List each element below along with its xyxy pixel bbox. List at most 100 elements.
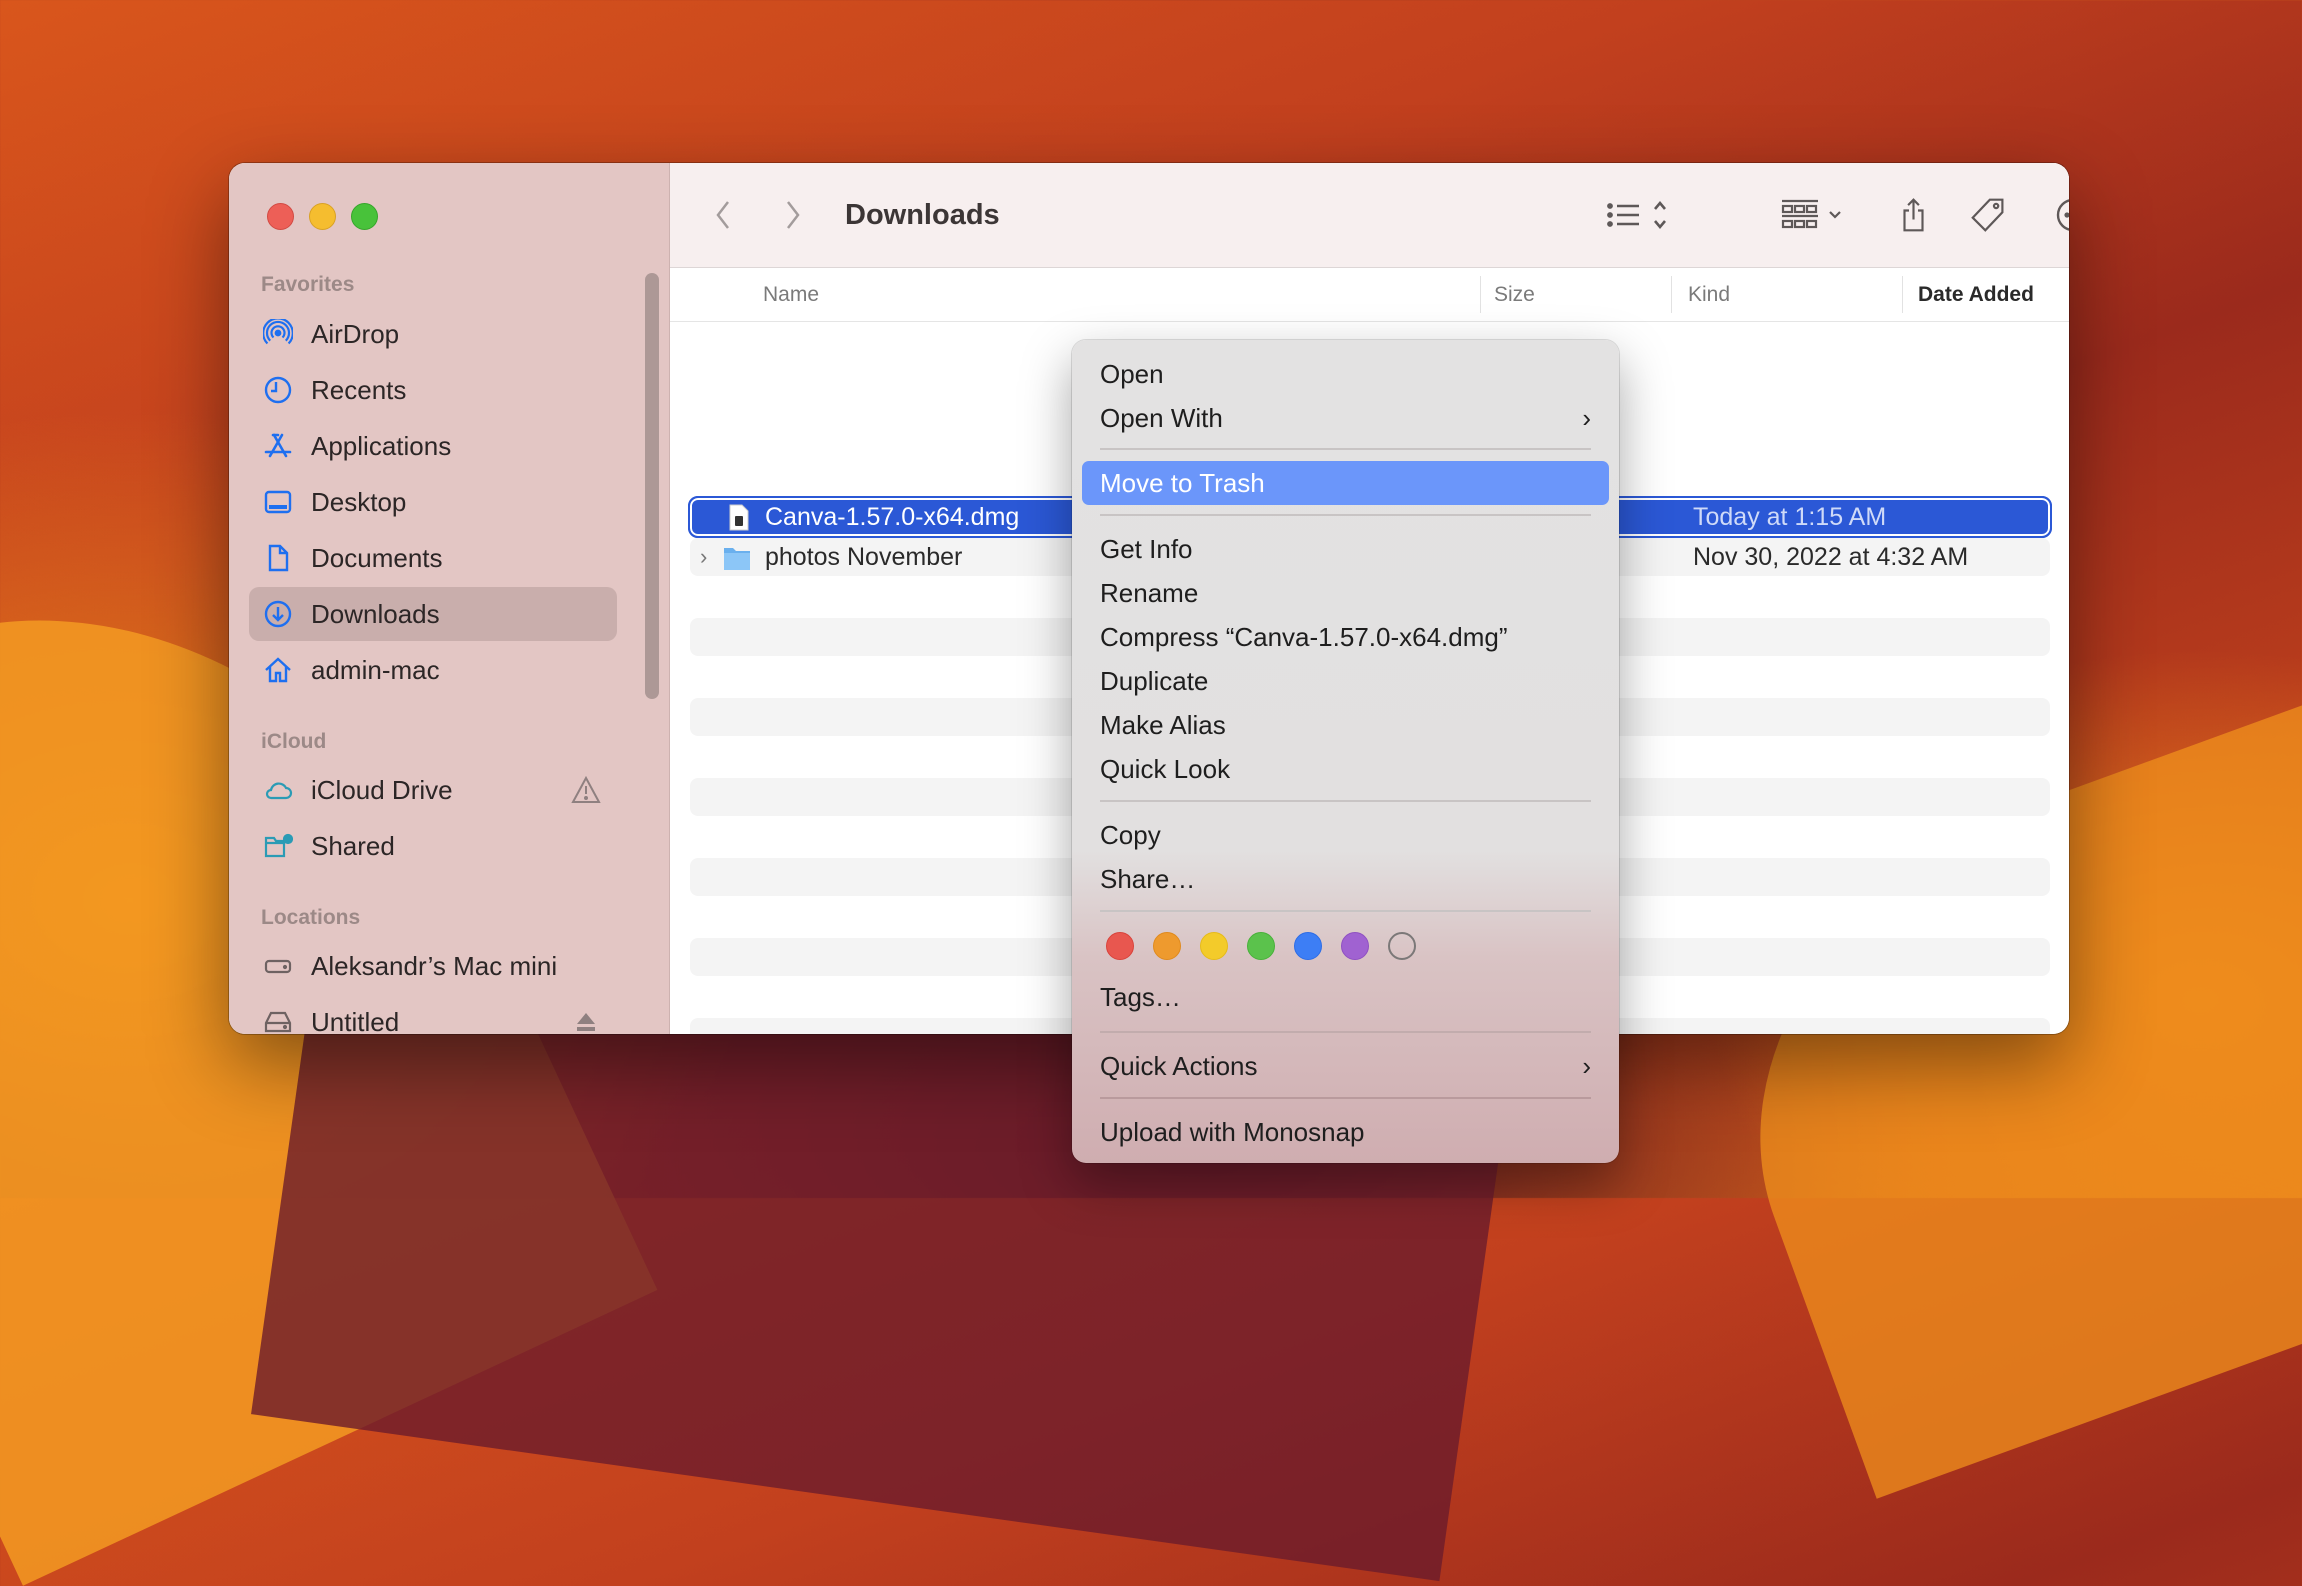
column-divider[interactable]: [1671, 276, 1672, 313]
menu-separator: [1100, 514, 1591, 516]
warning-icon[interactable]: [571, 775, 601, 805]
column-name[interactable]: Name: [763, 268, 819, 321]
menu-item-share[interactable]: Share…: [1082, 857, 1609, 901]
dmg-file-icon: [729, 504, 749, 531]
sidebar-section-locations: Locations: [261, 906, 361, 929]
menu-item-open-with[interactable]: Open With ›: [1082, 396, 1609, 440]
menu-item-label: Quick Actions: [1100, 1051, 1258, 1081]
menu-item-rename[interactable]: Rename: [1082, 571, 1609, 615]
menu-item-quick-look[interactable]: Quick Look: [1082, 747, 1609, 791]
document-icon: [261, 541, 295, 575]
sidebar-item-label: Downloads: [311, 598, 440, 629]
sidebar-item-applications[interactable]: Applications: [249, 419, 617, 473]
tag-none[interactable]: [1388, 932, 1416, 960]
file-name: photos November: [765, 543, 963, 571]
sidebar-section-icloud: iCloud: [261, 730, 327, 753]
menu-item-copy[interactable]: Copy: [1082, 813, 1609, 857]
submenu-chevron-icon: ›: [1582, 403, 1591, 433]
zoom-button[interactable]: [351, 203, 378, 230]
download-icon: [261, 597, 295, 631]
view-mode-button[interactable]: [1600, 193, 1680, 237]
sidebar-item-label: Aleksandr’s Mac mini: [311, 950, 558, 981]
sidebar-item-recents[interactable]: Recents: [249, 363, 617, 417]
tag-red[interactable]: [1106, 932, 1134, 960]
close-button[interactable]: [267, 203, 294, 230]
cloud-icon: [261, 773, 295, 807]
window-title: Downloads: [845, 199, 1000, 231]
sidebar-item-label: admin-mac: [311, 654, 440, 685]
submenu-chevron-icon: ›: [1582, 1051, 1591, 1081]
airdrop-icon: [261, 317, 295, 351]
menu-item-quick-actions[interactable]: Quick Actions ›: [1082, 1044, 1609, 1088]
sidebar-item-shared[interactable]: Shared: [249, 819, 617, 873]
group-button[interactable]: [1775, 193, 1855, 237]
menu-item-make-alias[interactable]: Make Alias: [1082, 703, 1609, 747]
window-controls: [267, 203, 378, 230]
column-date-added[interactable]: Date Added: [1918, 268, 2034, 321]
column-header: Name Size Kind Date Added ⌄: [670, 268, 2069, 322]
menu-item-duplicate[interactable]: Duplicate: [1082, 659, 1609, 703]
list-view-icon: [1607, 200, 1666, 230]
file-name: Canva-1.57.0-x64.dmg: [765, 503, 1020, 531]
share-icon: [1902, 198, 1924, 232]
sidebar-item-label: Applications: [311, 430, 452, 461]
menu-item-upload-monosnap[interactable]: Upload with Monosnap: [1082, 1110, 1609, 1154]
sidebar-item-label: Untitled: [311, 1006, 400, 1035]
more-icon: [2056, 199, 2069, 231]
menu-separator: [1100, 800, 1591, 802]
eject-icon[interactable]: [571, 1007, 601, 1034]
more-actions-button[interactable]: [2050, 193, 2069, 237]
sidebar-item-airdrop[interactable]: AirDrop: [249, 307, 617, 361]
column-divider[interactable]: [1480, 276, 1481, 313]
sidebar-item-downloads[interactable]: Downloads: [249, 587, 617, 641]
home-icon: [261, 653, 295, 687]
sidebar-item-documents[interactable]: Documents: [249, 531, 617, 585]
context-menu: Open Open With › Move to Trash Get Info …: [1072, 340, 1619, 1163]
menu-item-move-to-trash[interactable]: Move to Trash: [1082, 461, 1609, 505]
tag-yellow[interactable]: [1200, 932, 1228, 960]
applications-icon: [261, 429, 295, 463]
minimize-button[interactable]: [309, 203, 336, 230]
menu-item-open[interactable]: Open: [1082, 352, 1609, 396]
menu-item-get-info[interactable]: Get Info: [1082, 527, 1609, 571]
tag-color-picker: [1106, 932, 1416, 960]
drive-icon: [261, 1005, 295, 1034]
sidebar-item-admin-mac[interactable]: admin-mac: [249, 643, 617, 697]
sidebar-item-label: Documents: [311, 542, 443, 573]
menu-item-compress[interactable]: Compress “Canva-1.57.0-x64.dmg”: [1082, 615, 1609, 659]
forward-button[interactable]: [778, 193, 808, 237]
sidebar-item-icloud-drive[interactable]: iCloud Drive: [249, 763, 617, 817]
sidebar-scrollbar[interactable]: [645, 273, 659, 699]
menu-separator: [1100, 1097, 1591, 1099]
menu-separator: [1100, 448, 1591, 450]
sidebar-item-label: Shared: [311, 830, 395, 861]
toolbar: Downloads: [670, 163, 2069, 268]
sidebar-item-label: Desktop: [311, 486, 407, 517]
sidebar-item-label: iCloud Drive: [311, 774, 453, 805]
tag-orange[interactable]: [1153, 932, 1181, 960]
clock-icon: [261, 373, 295, 407]
folder-icon: [724, 548, 750, 570]
tag-button[interactable]: [1965, 193, 2011, 237]
column-divider[interactable]: [1902, 276, 1903, 313]
sidebar-item-desktop[interactable]: Desktop: [249, 475, 617, 529]
computer-icon: [261, 949, 295, 983]
tag-green[interactable]: [1247, 932, 1275, 960]
sidebar-item-untitled[interactable]: Untitled: [249, 995, 617, 1034]
column-size[interactable]: Size: [1494, 268, 1535, 321]
share-button[interactable]: [1893, 193, 1933, 237]
sidebar-section-favorites: Favorites: [261, 273, 355, 296]
tag-blue[interactable]: [1294, 932, 1322, 960]
sidebar-item-label: Recents: [311, 374, 407, 405]
tag-purple[interactable]: [1341, 932, 1369, 960]
sidebar-item-mac-mini[interactable]: Aleksandr’s Mac mini: [249, 939, 617, 993]
disclosure-chevron-icon[interactable]: ›: [700, 538, 707, 576]
menu-item-label: Open With: [1100, 403, 1223, 433]
back-button[interactable]: [708, 193, 738, 237]
shared-folder-icon: [261, 829, 295, 863]
group-icon: [1781, 199, 1841, 229]
file-date-added: Today at 1:15 AM: [1693, 503, 1887, 531]
menu-item-tags[interactable]: Tags…: [1082, 975, 1609, 1019]
menu-separator: [1100, 910, 1591, 912]
column-kind[interactable]: Kind: [1688, 268, 1730, 321]
